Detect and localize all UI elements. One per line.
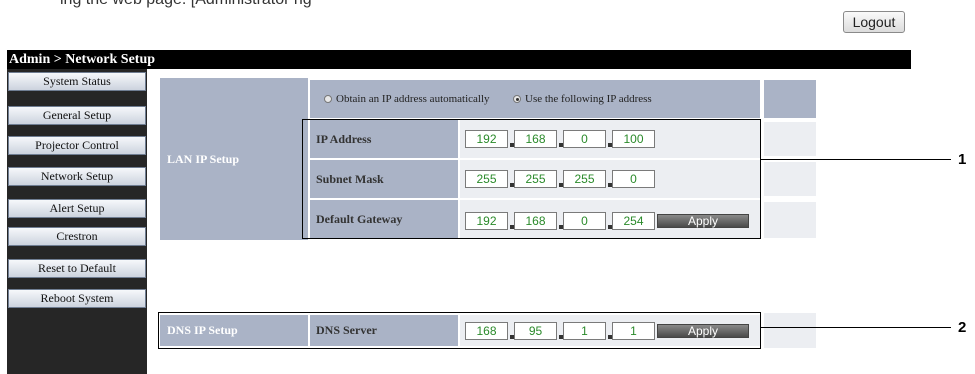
radio-obtain-auto[interactable] bbox=[324, 95, 332, 103]
callout-2-frame bbox=[158, 312, 761, 349]
sidebar-item-projector-control[interactable]: Projector Control bbox=[8, 136, 146, 155]
page-title: Admin > Network Setup bbox=[7, 50, 911, 69]
sidebar-item-general-setup[interactable]: General Setup bbox=[8, 106, 146, 125]
radio-use-following-label: Use the following IP address bbox=[525, 93, 652, 105]
spacer-cell bbox=[764, 162, 816, 196]
spacer-cell bbox=[764, 122, 816, 156]
spacer-cell bbox=[764, 80, 816, 118]
logout-button[interactable]: Logout bbox=[843, 11, 905, 33]
radio-obtain-auto-label: Obtain an IP address automatically bbox=[336, 93, 490, 105]
spacer-cell bbox=[764, 202, 816, 238]
sidebar-item-reset-to-default[interactable]: Reset to Default bbox=[8, 259, 146, 278]
callout-2-number: 2 bbox=[958, 319, 967, 336]
spacer-cell bbox=[764, 313, 816, 348]
lan-ip-setup-header: LAN IP Setup bbox=[160, 78, 308, 240]
sidebar-item-network-setup[interactable]: Network Setup bbox=[8, 167, 146, 186]
sidebar-item-reboot-system[interactable]: Reboot System bbox=[8, 289, 146, 308]
sidebar-item-alert-setup[interactable]: Alert Setup bbox=[8, 199, 146, 218]
sidebar: System Status General Setup Projector Co… bbox=[7, 69, 147, 374]
callout-1-number: 1 bbox=[958, 151, 967, 168]
cropped-instruction-text: ing the web page. [Administrator rig bbox=[0, 0, 975, 14]
callout-1-line bbox=[761, 159, 951, 160]
callout-1-frame bbox=[302, 119, 761, 239]
callout-2-line bbox=[761, 327, 951, 328]
sidebar-item-system-status[interactable]: System Status bbox=[8, 72, 146, 91]
sidebar-item-crestron[interactable]: Crestron bbox=[8, 227, 146, 246]
radio-use-following[interactable] bbox=[513, 95, 521, 103]
